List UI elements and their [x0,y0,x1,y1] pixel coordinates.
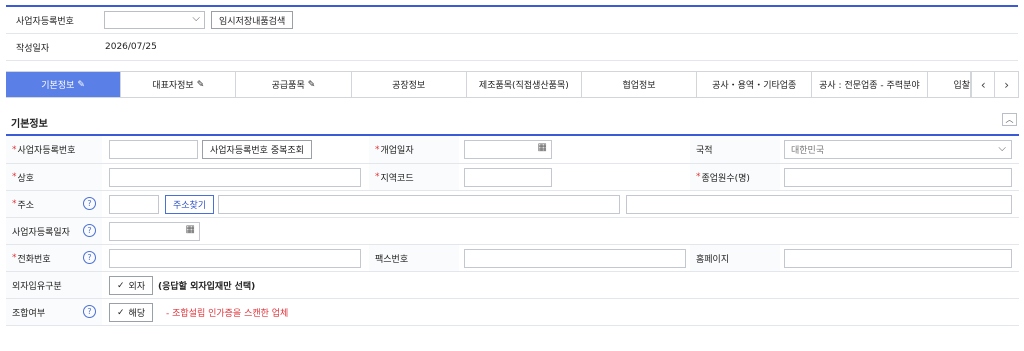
employees-input[interactable] [784,168,1012,187]
temp-save-search-button[interactable]: 임시저장내품검색 [211,11,294,29]
tab-label: 공사・용역・기타업종 [712,81,797,91]
tab-basic-info[interactable]: 기본정보 ✎ [6,72,122,97]
tab-label: 대표자정보 [152,81,194,91]
tab-construction-services[interactable]: 공사・용역・기타업종 [697,72,813,97]
fax-label: 팩스번호 [369,245,459,271]
foreign-note: (응답할 외자입재만 선택) [158,281,256,292]
chevron-left-icon: ‹ [980,77,986,92]
foreign-type-label: 외자입유구분 [6,272,102,298]
biz-no-select[interactable]: ⌵ [104,11,205,29]
address-search-button[interactable]: 주소찾기 [165,195,215,214]
calendar-icon: ▦ [185,224,195,235]
pencil-icon: ✎ [196,79,205,90]
form-row: 사업자등록번호 사업자등록번호 중복조회 개업일자 ▦ 국적 대한민국 ⌵ [6,136,1019,164]
fax-input[interactable] [464,249,686,268]
union-checkbox-button[interactable]: ✓ 해당 [109,303,154,322]
question-icon[interactable]: ? [83,251,96,264]
section-title: 기본정보 [11,119,48,130]
form-row: 조합여부 ? ✓ 해당 - 조합설립 인가증을 스캔한 업체 [6,299,1019,326]
check-icon: ✓ [117,280,125,291]
collapse-button[interactable]: ︿ [1002,113,1017,126]
tab-label: 입찰 [953,81,971,91]
biz-no-dup-check-button[interactable]: 사업자등록번호 중복조회 [202,140,312,159]
form-row: 주소 ? 주소찾기 [6,191,1019,218]
open-date-input[interactable]: ▦ [464,140,552,159]
tab-next-button[interactable]: › [995,72,1020,97]
chevron-up-icon: ︿ [1005,115,1014,124]
trade-name-input[interactable] [109,168,361,187]
address-input[interactable] [218,195,620,214]
tab-manufactured-items[interactable]: 제조품목(직접생산품목) [466,72,582,97]
form-row: 사업자등록일자 ? ▦ [6,218,1019,245]
chevron-down-icon: ⌵ [998,143,1006,154]
date-value: 2026/07/25 [105,42,157,52]
basic-info-form: 사업자등록번호 사업자등록번호 중복조회 개업일자 ▦ 국적 대한민국 ⌵ 상호 … [6,134,1019,326]
form-row: 외자입유구분 ✓ 외자 (응답할 외자입재만 선택) [6,272,1019,299]
phone-input[interactable] [109,249,361,268]
top-row-biz-no: 사업자등록번호 ⌵ 임시저장내품검색 [6,7,1018,34]
country-select[interactable]: 대한민국 ⌵ [784,140,1012,159]
pencil-icon: ✎ [307,79,316,90]
tab-label: 공장정보 [392,81,426,91]
employees-label: 종업원수(명) [690,164,780,190]
tab-representative-info[interactable]: 대표자정보 ✎ [121,72,237,97]
calendar-icon: ▦ [537,142,547,153]
foreign-checkbox-button[interactable]: ✓ 외자 [109,276,154,295]
address-detail-input[interactable] [626,195,1012,214]
biz-no-input[interactable] [109,140,198,159]
date-label: 작성일자 [16,43,50,54]
homepage-input[interactable] [784,249,1012,268]
union-button-label: 해당 [128,309,146,319]
top-biz-no-label: 사업자등록번호 [16,16,74,27]
tab-label: 협업정보 [622,81,656,91]
tab-label: 공급품목 [271,81,305,91]
chevron-down-icon: ⌵ [192,13,200,24]
question-icon[interactable]: ? [83,305,96,318]
tab-label: 제조품목(직접생산품목) [478,81,569,91]
form-row: 상호 지역코드 종업원수(명) [6,164,1019,191]
pencil-icon: ✎ [77,79,85,90]
tab-bar: 기본정보 ✎ 대표자정보 ✎ 공급품목 ✎ 공장정보 제조품목(직접생산품목) 협업정… [6,71,1020,98]
tab-bid[interactable]: 입찰 [927,72,972,97]
country-value: 대한민국 [791,146,825,156]
foreign-button-label: 외자 [128,282,146,292]
region-code-label: 지역코드 [369,164,459,190]
tab-label: 공사 : 전문업종 - 주력분야 [819,81,920,91]
trade-name-label: 상호 [6,164,102,190]
top-row-date: 작성일자 2026/07/25 [6,34,1018,61]
postal-code-input[interactable] [109,195,159,214]
tab-label: 기본정보 [41,81,75,91]
chevron-right-icon: › [1004,77,1010,92]
country-label: 국적 [690,136,780,163]
top-form: 사업자등록번호 ⌵ 임시저장내품검색 작성일자 2026/07/25 [6,5,1018,61]
homepage-label: 홈페이지 [690,245,780,271]
check-icon: ✓ [117,307,125,318]
union-note: - 조합설립 인가증을 스캔한 업체 [166,308,289,319]
biz-reg-date-input[interactable]: ▦ [109,222,200,241]
tab-factory-info[interactable]: 공장정보 [351,72,467,97]
biz-no-field-label: 사업자등록번호 [6,136,102,163]
tab-prev-button[interactable]: ‹ [971,72,996,97]
open-date-label: 개업일자 [369,136,459,163]
tab-collaboration-info[interactable]: 협업정보 [581,72,698,97]
tab-supply-items[interactable]: 공급품목 ✎ [236,72,352,97]
region-code-input[interactable] [464,168,552,187]
form-row: 전화번호 ? 팩스번호 홈페이지 [6,245,1019,272]
tab-specialty-field[interactable]: 공사 : 전문업종 - 주력분야 [812,72,928,97]
question-icon[interactable]: ? [83,197,96,210]
question-icon[interactable]: ? [83,224,96,237]
